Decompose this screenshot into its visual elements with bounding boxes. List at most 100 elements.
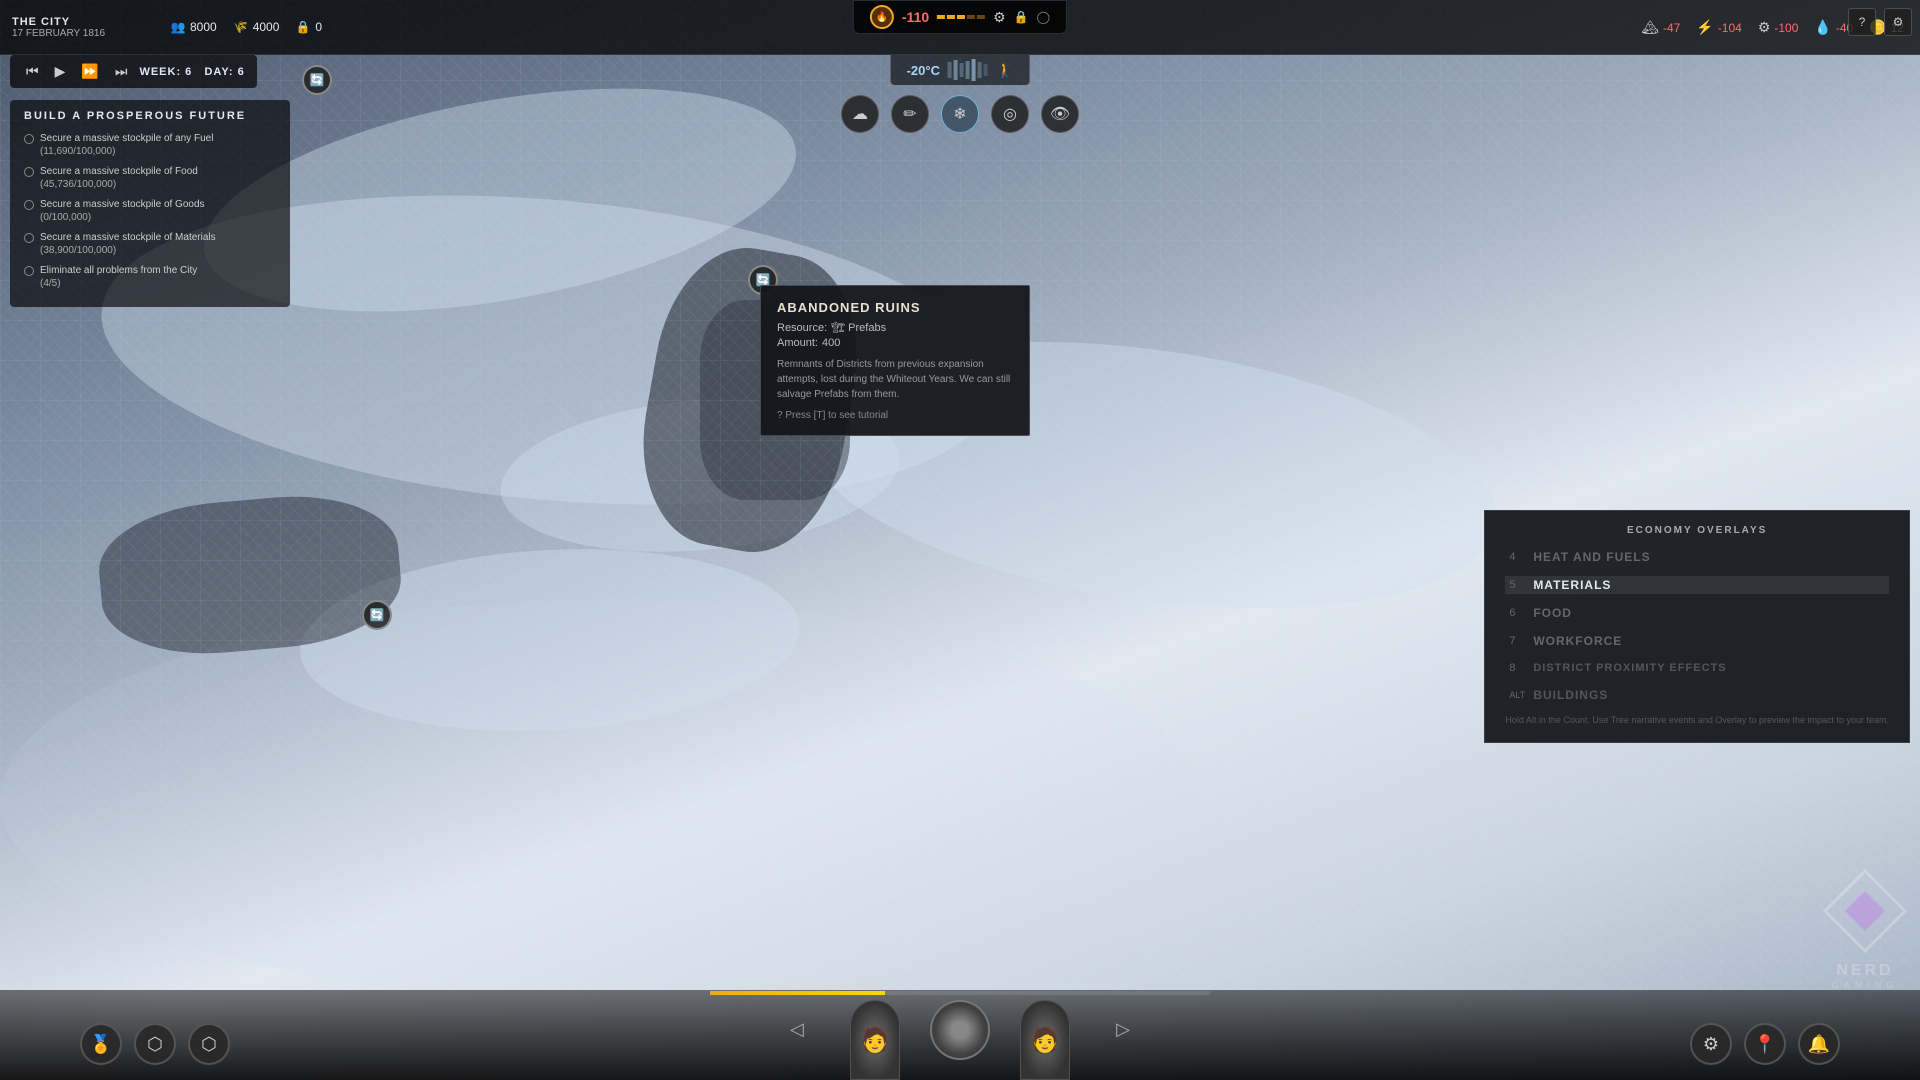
heat-dot-4 (967, 15, 975, 19)
center-orb[interactable] (930, 1000, 990, 1060)
mountain-icon: 🏔 (1641, 19, 1659, 36)
economy-overlay-note: Hold Alt in the Count. Use Tree narrativ… (1505, 714, 1889, 728)
heat-steam-icon: ⚙ (993, 9, 1006, 26)
day-label: DAY: (204, 66, 233, 78)
mission-text-5: Eliminate all problems from the City (40, 264, 197, 278)
overlay-buildings[interactable]: ALT BUILDINGS (1505, 686, 1889, 704)
pin-circle-3: 🔄 (362, 600, 392, 630)
heat-flame-icon: 🔥 (870, 5, 894, 29)
help-button[interactable]: ? (1848, 8, 1876, 36)
map-tool-compass[interactable]: ◎ (991, 95, 1029, 133)
mission-circle-2 (24, 167, 34, 177)
mission-progress-1: (11,690/100,000) (40, 146, 213, 157)
watermark-text: NERD (1836, 962, 1893, 980)
overlay-district-proximity[interactable]: 8 DISTRICT PROXIMITY EFFECTS (1505, 660, 1889, 676)
unknown-value: 0 (315, 20, 322, 34)
temperature-bar: -20°C 🚶 (891, 55, 1030, 85)
ruins-resource-label: Resource: (777, 322, 827, 334)
stat-bolt-value: -104 (1718, 21, 1742, 35)
mission-item-3: Secure a massive stockpile of Goods (0/1… (24, 198, 276, 223)
citizens-left-arrow[interactable]: ◁ (790, 1019, 804, 1040)
mission-text-4: Secure a massive stockpile of Materials (40, 231, 216, 245)
missions-title: BUILD A PROSPEROUS FUTURE (24, 110, 276, 122)
week-value: 6 (185, 66, 192, 78)
bottom-progress-fill (710, 991, 885, 995)
mission-item-1: Secure a massive stockpile of any Fuel (… (24, 132, 276, 157)
gear-icon: ⚙ (1758, 19, 1771, 36)
map-pin-3[interactable]: 🔄 (362, 600, 392, 630)
overlay-label-workforce: WORKFORCE (1533, 634, 1622, 648)
rewind-button[interactable]: ⏮ (22, 61, 43, 82)
watermark-sub: GAMING (1832, 980, 1899, 990)
stat-mountain: 🏔 -47 (1641, 19, 1680, 36)
food-icon: 🌾 (233, 19, 249, 35)
heat-dot-3 (957, 15, 965, 19)
hex-button-1[interactable]: ⬡ (134, 1023, 176, 1065)
citizen-avatar-1[interactable]: 🧑 (850, 1000, 900, 1080)
mission-progress-3: (0/100,000) (40, 212, 205, 223)
citizen-figure-1: 🧑 (850, 1000, 900, 1080)
mission-progress-4: (38,900/100,000) (40, 245, 216, 256)
map-pin-1[interactable]: 🔄 (302, 65, 332, 95)
fast-forward-button[interactable]: ⏩ (77, 61, 102, 82)
day-value: 6 (238, 66, 245, 78)
map-tool-eye[interactable]: 👁 (1041, 95, 1079, 133)
ruins-tooltip-title: ABANDONED RUINS (777, 300, 1013, 315)
map-tool-pencil[interactable]: ✏ (891, 95, 929, 133)
ruins-tooltip: ABANDONED RUINS Resource: 🏗 Prefabs Amou… (760, 285, 1030, 436)
settings-button[interactable]: ⚙ (1884, 8, 1912, 36)
ruins-hint: ? Press [T] to see tutorial (777, 410, 1013, 421)
watermark: NERD GAMING (1820, 866, 1910, 990)
bottom-progress-bar (710, 991, 1210, 995)
ruins-amount-value: 400 (822, 337, 840, 349)
ruins-description: Remnants of Districts from previous expa… (777, 357, 1013, 402)
mission-circle-1 (24, 134, 34, 144)
food-resource: 🌾 4000 (233, 19, 280, 35)
overlay-num-7: 7 (1509, 635, 1523, 647)
stat-mountain-value: -47 (1663, 21, 1680, 35)
bottom-right-icons: ⚙ 📍 🔔 (1690, 1023, 1840, 1065)
heat-dot-2 (947, 15, 955, 19)
mission-item-2: Secure a massive stockpile of Food (45,7… (24, 165, 276, 190)
mission-text-1: Secure a massive stockpile of any Fuel (40, 132, 213, 146)
citizen-figure-2: 🧑 (1020, 1000, 1070, 1080)
hex-button-2[interactable]: ⬡ (188, 1023, 230, 1065)
bottom-map-button[interactable]: 📍 (1744, 1023, 1786, 1065)
skip-button[interactable]: ⏭ (111, 61, 132, 82)
map-tool-snowflake[interactable]: ❄ (941, 95, 979, 133)
mission-text-2: Secure a massive stockpile of Food (40, 165, 198, 179)
week-day-display: WEEK: 6 DAY: 6 (139, 66, 244, 78)
temperature-value: -20°C (907, 63, 940, 78)
economy-panel: ECONOMY OVERLAYS 4 HEAT AND FUELS 5 MATE… (1484, 510, 1910, 743)
overlay-num-8: 8 (1509, 662, 1523, 674)
ruins-amount-label: Amount: (777, 337, 818, 349)
bottom-settings-button[interactable]: ⚙ (1690, 1023, 1732, 1065)
play-button[interactable]: ▶ (51, 61, 70, 82)
heat-lock-icon: 🔒 (1014, 10, 1029, 24)
ruins-resource-value: 🏗 Prefabs (831, 321, 886, 334)
overlay-heat-fuels[interactable]: 4 HEAT AND FUELS (1505, 548, 1889, 566)
mission-circle-5 (24, 266, 34, 276)
population-icon: 👥 (170, 19, 186, 35)
heat-dot-1 (937, 15, 945, 19)
overlay-num-5: 5 (1509, 579, 1523, 591)
bottom-notification-button[interactable]: 🔔 (1798, 1023, 1840, 1065)
overlay-workforce[interactable]: 7 WORKFORCE (1505, 632, 1889, 650)
ruins-amount-row: Amount: 400 (777, 337, 1013, 349)
city-name: THE CITY (12, 16, 138, 28)
bottom-left-icons: 🏅 ⬡ ⬡ (80, 1023, 230, 1065)
mission-progress-5: (4/5) (40, 278, 197, 289)
achievement-icon-button[interactable]: 🏅 (80, 1023, 122, 1065)
citizen-avatar-2[interactable]: 🧑 (1020, 1000, 1070, 1080)
overlay-materials[interactable]: 5 MATERIALS (1505, 576, 1889, 594)
mission-item-5: Eliminate all problems from the City (4/… (24, 264, 276, 289)
map-tools-row: ☁ ✏ ❄ ◎ 👁 (841, 95, 1079, 133)
watermark-diamond-svg (1820, 866, 1910, 956)
overlay-food[interactable]: 6 FOOD (1505, 604, 1889, 622)
top-right-buttons: ? ⚙ (1848, 8, 1912, 36)
citizens-right-arrow[interactable]: ▷ (1116, 1019, 1130, 1040)
mission-item-4: Secure a massive stockpile of Materials … (24, 231, 276, 256)
map-tool-clouds[interactable]: ☁ (841, 95, 879, 133)
stat-bolt: ⚡ -104 (1696, 19, 1741, 36)
economy-title: ECONOMY OVERLAYS (1505, 525, 1889, 536)
